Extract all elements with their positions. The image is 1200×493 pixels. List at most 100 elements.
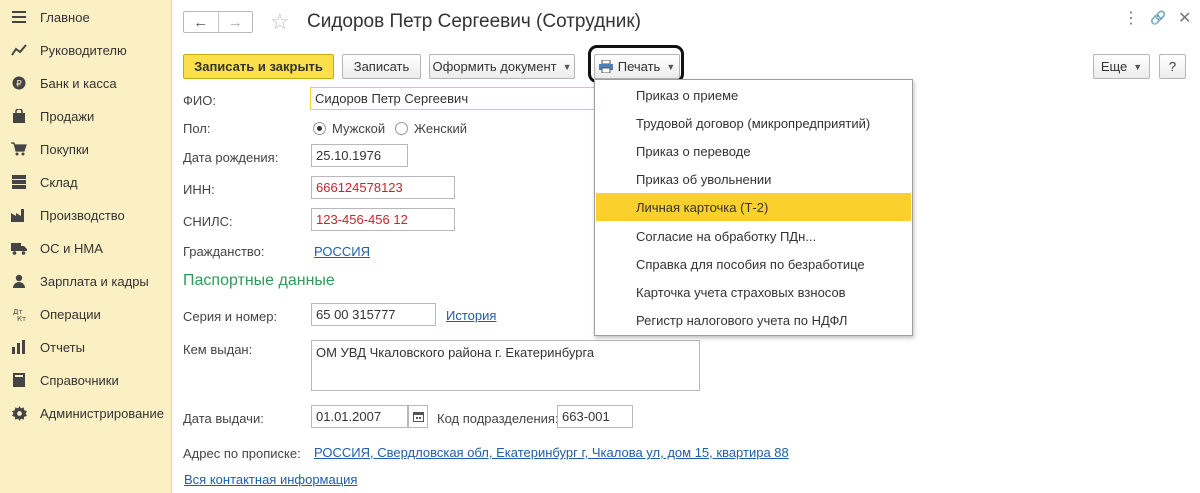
sex-male-label: Мужской [332,121,386,136]
bag-icon [11,108,27,124]
coin-icon: ₽ [11,75,27,91]
issue-date-label: Дата выдачи: [183,411,264,426]
sidebar: Главное Руководителю ₽ Банк и касса Прод… [0,0,172,493]
sidebar-item-purchases[interactable]: Покупки [0,134,172,164]
sidebar-item-label: Руководителю [40,42,127,58]
address-label: Адрес по прописке: [183,446,301,461]
print-menu-item[interactable]: Приказ о переводе [596,137,911,165]
factory-icon [11,207,27,223]
fio-label: ФИО: [183,93,216,108]
sidebar-item-label: Банк и касса [40,75,117,91]
sex-male-radio[interactable]: Мужской [313,121,385,136]
sex-label: Пол: [183,121,211,136]
sidebar-item-reports[interactable]: Отчеты [0,332,172,362]
issued-by-field[interactable]: ОМ УВД Чкаловского района г. Екатеринбур… [311,340,700,391]
print-menu-item[interactable]: Карточка учета страховых взносов [596,278,911,306]
sidebar-item-directories[interactable]: Справочники [0,365,172,395]
sidebar-item-label: Производство [40,207,125,223]
sidebar-item-label: Склад [40,174,78,190]
snils-label: СНИЛС: [183,214,233,229]
sidebar-item-warehouse[interactable]: Склад [0,167,172,197]
help-button[interactable]: ? [1159,54,1186,79]
inn-label: ИНН: [183,182,215,197]
chevron-down-icon: ▼ [562,61,572,72]
truck-icon [11,240,27,256]
all-contacts-link[interactable]: Вся контактная информация [184,472,357,487]
sidebar-item-main[interactable]: Главное [0,2,172,32]
navigation-buttons: ← → [183,11,253,33]
sidebar-item-label: ОС и НМА [40,240,103,256]
hamburger-icon [11,9,27,25]
passport-series-field[interactable]: 65 00 315777 [311,303,436,326]
passport-section-title: Паспортные данные [183,272,335,289]
svg-text:₽: ₽ [16,80,22,90]
issued-by-label: Кем выдан: [183,342,253,357]
sidebar-item-label: Главное [40,9,90,25]
inn-field[interactable]: 666124578123 [311,176,455,199]
issue-date-field[interactable]: 01.01.2007 [311,405,408,428]
sidebar-item-label: Справочники [40,372,119,388]
forward-button[interactable]: → [217,12,253,32]
print-menu-item[interactable]: Приказ о приеме [596,81,911,109]
sidebar-item-label: Покупки [40,141,89,157]
sex-female-radio[interactable]: Женский [395,121,467,136]
sidebar-item-label: Зарплата и кадры [40,273,149,289]
help-label: ? [1168,59,1177,74]
chart-line-icon [11,42,27,58]
sidebar-item-manager[interactable]: Руководителю [0,35,172,65]
favorite-star-icon[interactable]: ☆ [270,9,290,35]
sidebar-item-label: Администрирование [40,405,164,421]
book-icon [11,372,27,388]
sidebar-item-label: Продажи [40,108,95,124]
print-menu: Приказ о приеме Трудовой договор (микроп… [594,79,913,336]
print-menu-item[interactable]: Трудовой договор (микропредприятий) [596,109,911,137]
more-label: Еще [1100,59,1128,74]
birth-date-label: Дата рождения: [183,150,279,165]
sidebar-item-salary[interactable]: Зарплата и кадры [0,266,172,296]
history-link[interactable]: История [446,308,496,323]
print-menu-item[interactable]: Регистр налогового учета по НДФЛ [596,306,911,334]
sidebar-item-admin[interactable]: Администрирование [0,398,172,428]
link-icon[interactable]: 🔗 [1150,10,1166,26]
chevron-down-icon: ▼ [1133,61,1143,72]
print-menu-item[interactable]: Справка для пособия по безработице [596,250,911,278]
dept-code-label: Код подразделения: [437,411,559,426]
save-label: Записать [353,59,410,74]
sidebar-item-label: Операции [40,306,101,322]
more-actions-icon[interactable]: ⋮ [1123,8,1139,28]
print-button-highlight [588,45,684,83]
series-label: Серия и номер: [183,309,278,324]
cart-icon [11,141,27,157]
gear-icon [11,405,27,421]
radio-empty-icon [395,122,408,135]
save-button[interactable]: Записать [342,54,421,79]
print-menu-item[interactable]: Согласие на обработку ПДн... [596,222,911,250]
close-icon[interactable]: ✕ [1178,8,1191,28]
address-link[interactable]: РОССИЯ, Свердловская обл, Екатеринбург г… [314,445,789,460]
fio-field[interactable]: Сидоров Петр Сергеевич [310,87,600,110]
print-menu-item[interactable]: Приказ об увольнении [596,165,911,193]
warehouse-icon [11,174,27,190]
citizenship-label: Гражданство: [183,244,265,259]
sidebar-item-operations[interactable]: Дт Кт Операции [0,299,172,329]
bar-chart-icon [11,339,27,355]
more-button[interactable]: Еще ▼ [1093,54,1150,79]
save-and-close-label: Записать и закрыть [194,59,323,74]
calendar-icon[interactable] [408,405,428,428]
sidebar-item-assets[interactable]: ОС и НМА [0,233,172,263]
create-document-button[interactable]: Оформить документ ▼ [429,54,575,79]
page-title: Сидоров Петр Сергеевич (Сотрудник) [307,11,641,32]
sidebar-item-bank[interactable]: ₽ Банк и касса [0,68,172,98]
sex-female-label: Женский [414,121,467,136]
back-button[interactable]: ← [184,12,218,32]
print-menu-item-selected[interactable]: Личная карточка (Т-2) [596,193,911,221]
dept-code-field[interactable]: 663-001 [557,405,633,428]
birth-date-field[interactable]: 25.10.1976 [311,144,408,167]
radio-selected-icon [313,122,326,135]
save-and-close-button[interactable]: Записать и закрыть [183,54,334,79]
sidebar-item-sales[interactable]: Продажи [0,101,172,131]
sidebar-item-production[interactable]: Производство [0,200,172,230]
citizenship-link[interactable]: РОССИЯ [314,244,370,259]
snils-field[interactable]: 123-456-456 12 [311,208,455,231]
arrow-left-icon: ← [193,13,209,31]
